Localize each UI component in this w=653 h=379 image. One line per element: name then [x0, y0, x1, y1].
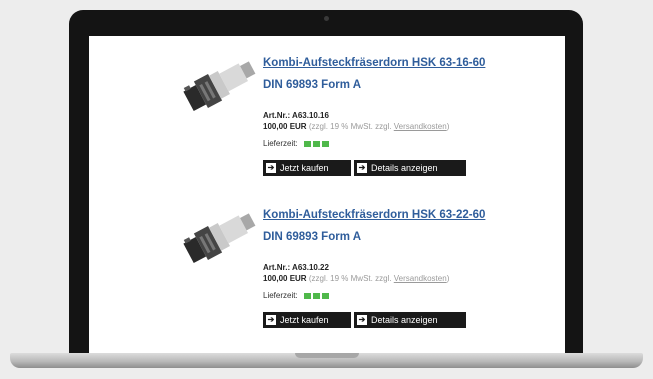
product-item: Kombi-Aufsteckfräserdorn HSK 63-22-60 DI…	[89, 188, 565, 338]
buy-now-label: Jetzt kaufen	[280, 163, 329, 173]
arrow-right-icon: ➔	[357, 163, 367, 173]
price: 100,00 EUR	[263, 274, 307, 283]
camera-icon	[324, 16, 329, 21]
article-number: Art.Nr.: A63.10.22	[263, 263, 329, 272]
tax-note: (zzgl. 19 % MwSt. zzgl.	[308, 122, 392, 131]
buy-now-button[interactable]: ➔ Jetzt kaufen	[263, 312, 351, 328]
article-number: Art.Nr.: A63.10.16	[263, 111, 329, 120]
show-details-button[interactable]: ➔ Details anzeigen	[354, 312, 466, 328]
arrow-right-icon: ➔	[266, 163, 276, 173]
delivery-label: Lieferzeit:	[263, 291, 298, 300]
shipping-costs-link[interactable]: Versandkosten	[394, 274, 447, 283]
laptop-notch	[295, 353, 359, 358]
arrow-right-icon: ➔	[266, 315, 276, 325]
tool-holder-image[interactable]	[174, 196, 264, 276]
laptop-screen: Kombi-Aufsteckfräserdorn HSK 63-16-60 DI…	[89, 36, 565, 358]
arrow-right-icon: ➔	[357, 315, 367, 325]
product-subtitle: DIN 69893 Form A	[263, 79, 361, 91]
delivery-time: Lieferzeit:	[263, 291, 329, 300]
delivery-time: Lieferzeit:	[263, 139, 329, 148]
tax-note-close: )	[446, 274, 450, 283]
show-details-label: Details anzeigen	[371, 163, 438, 173]
product-title-link[interactable]: Kombi-Aufsteckfräserdorn HSK 63-22-60	[263, 209, 485, 221]
shipping-costs-link[interactable]: Versandkosten	[394, 122, 447, 131]
product-item: Kombi-Aufsteckfräserdorn HSK 63-16-60 DI…	[89, 36, 565, 186]
product-title-link[interactable]: Kombi-Aufsteckfräserdorn HSK 63-16-60	[263, 57, 485, 69]
stock-indicator-icon	[303, 140, 329, 147]
tax-note: (zzgl. 19 % MwSt. zzgl.	[308, 274, 392, 283]
buy-now-label: Jetzt kaufen	[280, 315, 329, 325]
show-details-button[interactable]: ➔ Details anzeigen	[354, 160, 466, 176]
product-subtitle: DIN 69893 Form A	[263, 231, 361, 243]
show-details-label: Details anzeigen	[371, 315, 438, 325]
delivery-label: Lieferzeit:	[263, 139, 298, 148]
buy-now-button[interactable]: ➔ Jetzt kaufen	[263, 160, 351, 176]
price-line: 100,00 EUR (zzgl. 19 % MwSt. zzgl. Versa…	[263, 122, 449, 131]
price-line: 100,00 EUR (zzgl. 19 % MwSt. zzgl. Versa…	[263, 274, 449, 283]
stock-indicator-icon	[303, 292, 329, 299]
laptop-base	[10, 353, 643, 368]
tool-holder-image[interactable]	[174, 44, 264, 124]
tax-note-close: )	[446, 122, 450, 131]
price: 100,00 EUR	[263, 122, 307, 131]
